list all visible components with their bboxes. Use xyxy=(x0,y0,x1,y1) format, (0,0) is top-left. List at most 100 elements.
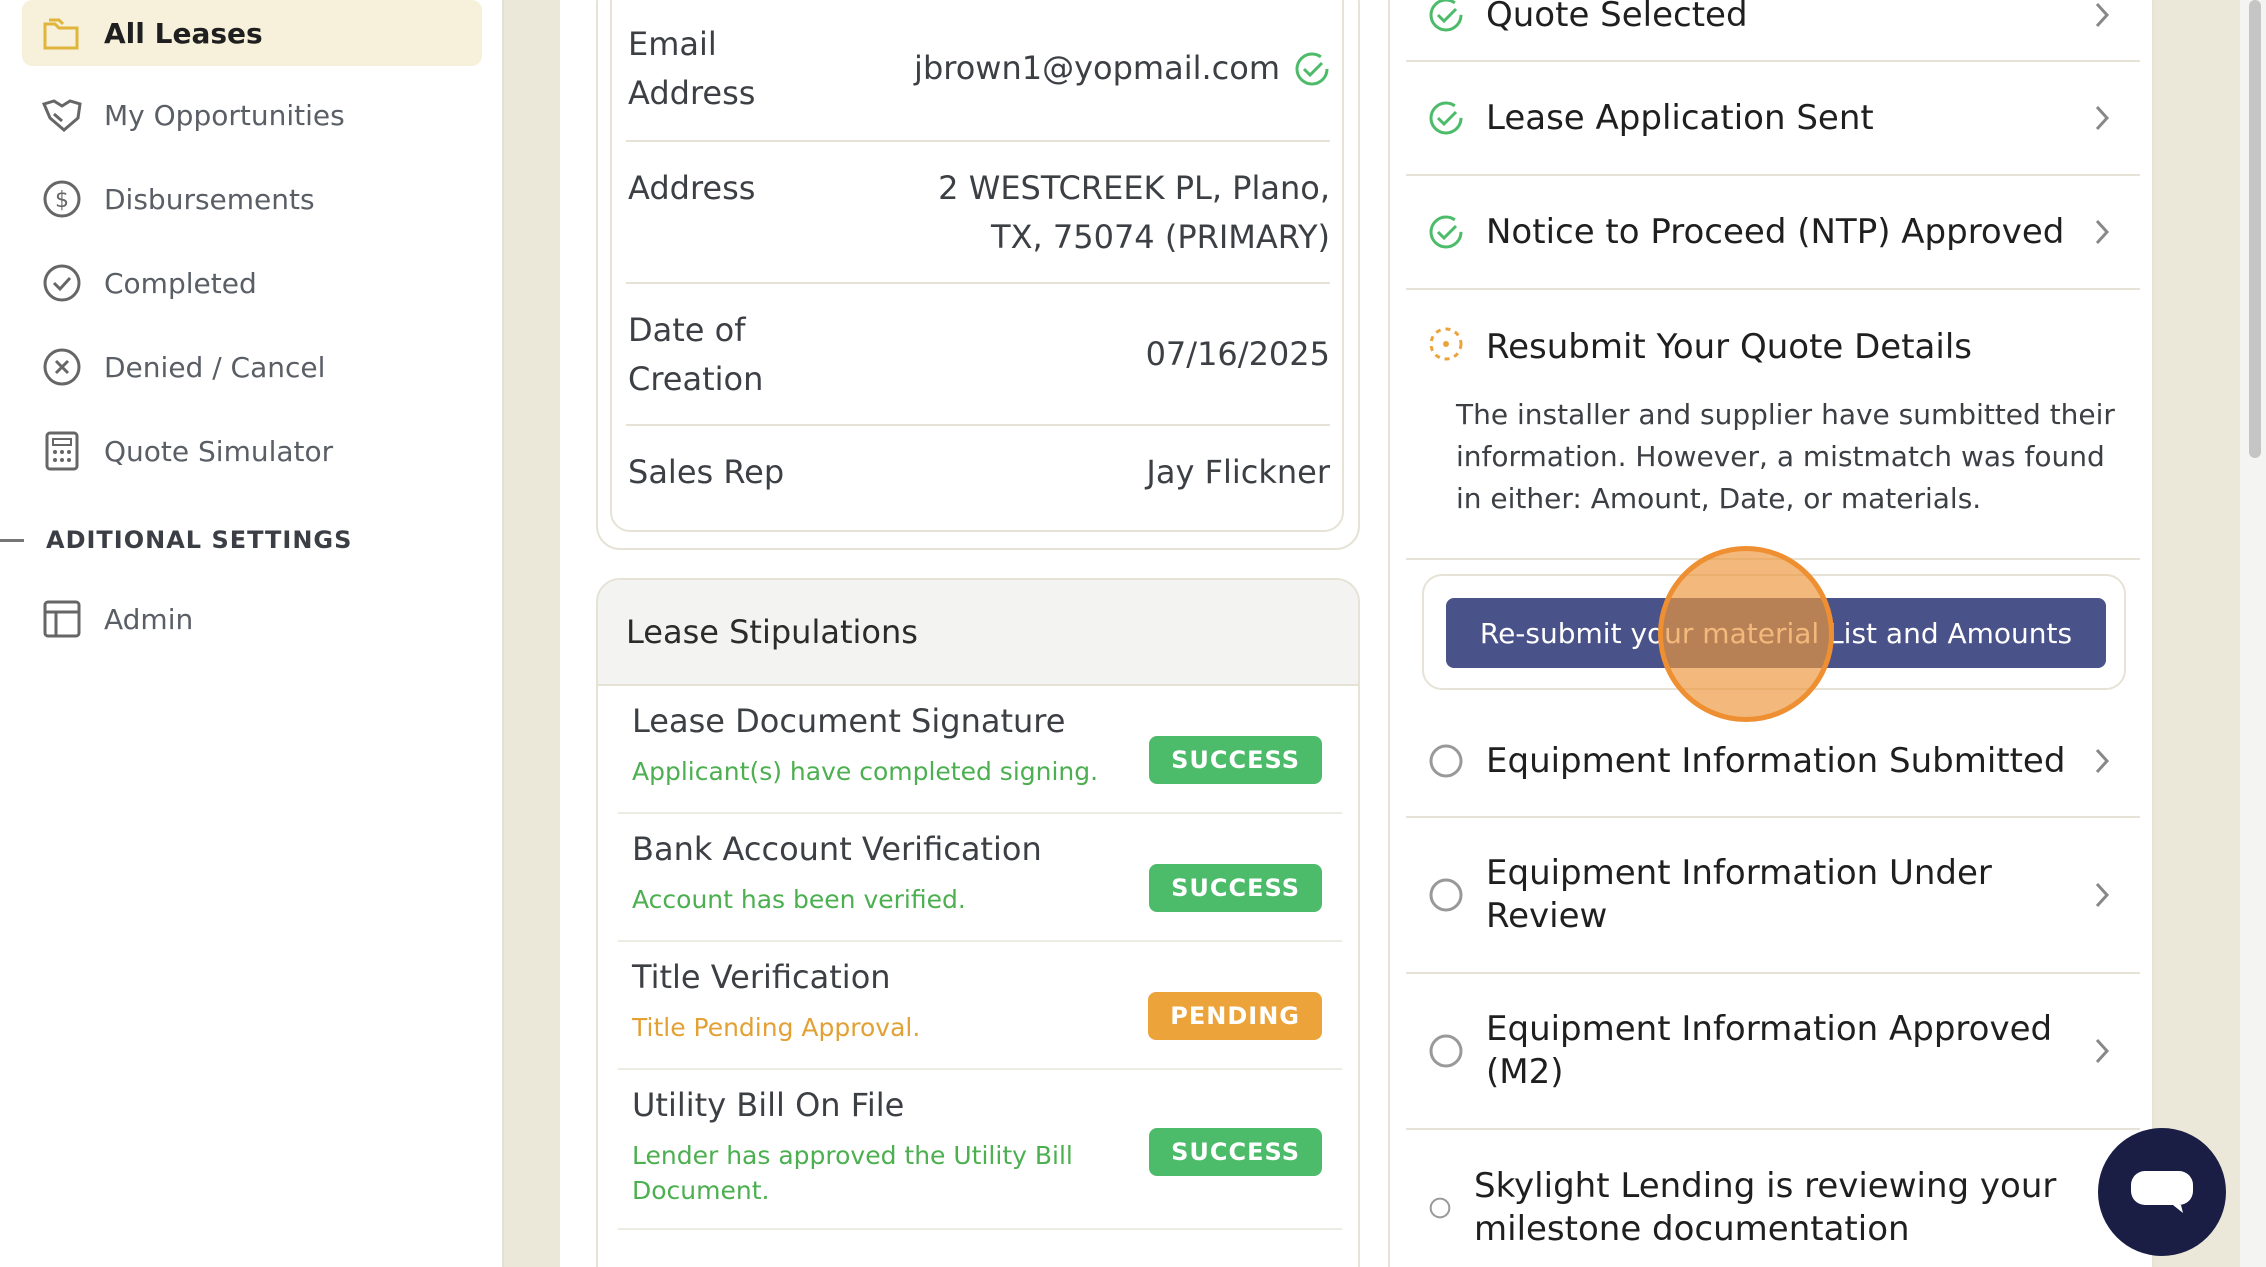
sidebar-item-quote-simulator[interactable]: Quote Simulator xyxy=(22,418,482,484)
sidebar-item-label: Quote Simulator xyxy=(104,434,334,468)
stipulation-row: Lease Document Signature Applicant(s) ha… xyxy=(618,686,1342,814)
lease-stipulations-card: Lease Stipulations Lease Document Signat… xyxy=(596,578,1360,1267)
sidebar: All Leases My Opportunities $ Disburseme… xyxy=(0,0,504,1267)
address-line2: TX, 75074 (PRIMARY) xyxy=(991,218,1330,256)
email-value: jbrown1@yopmail.com xyxy=(914,44,1330,93)
stipulation-row: Utility Bill On File Lender has approved… xyxy=(618,1070,1342,1230)
calculator-icon xyxy=(40,429,84,473)
chevron-right-icon xyxy=(2095,219,2110,245)
sidebar-item-admin[interactable]: Admin xyxy=(22,586,482,652)
email-label: Email Address xyxy=(628,20,755,118)
chevron-right-icon xyxy=(2095,105,2110,131)
sidebar-item-denied-cancel[interactable]: Denied / Cancel xyxy=(22,334,482,400)
empty-circle-icon xyxy=(1429,1197,1451,1219)
in-progress-icon xyxy=(1429,327,1463,361)
step-label: Lease Application Sent xyxy=(1486,97,1874,138)
creation-date-row: Date of Creation 07/16/2025 xyxy=(628,306,1330,404)
sidebar-item-label: Completed xyxy=(104,266,257,300)
resubmit-description: The installer and supplier have sumbitte… xyxy=(1456,398,2115,515)
stipulation-subtitle: Title Pending Approval. xyxy=(632,1013,921,1042)
check-circle-icon xyxy=(1429,0,1463,32)
scrollbar-thumb[interactable] xyxy=(2249,0,2261,458)
chevron-right-icon xyxy=(2095,748,2110,774)
handshake-icon xyxy=(40,93,84,137)
stipulation-title: Title Verification xyxy=(632,958,891,996)
chat-launcher-button[interactable] xyxy=(2098,1128,2226,1256)
creation-date-label-line2: Creation xyxy=(628,360,764,398)
creation-date-value: 07/16/2025 xyxy=(1145,335,1330,373)
sidebar-item-all-leases[interactable]: All Leases xyxy=(22,0,482,66)
chevron-right-icon xyxy=(2095,1038,2110,1064)
sidebar-item-label: Denied / Cancel xyxy=(104,350,326,384)
x-circle-icon xyxy=(40,345,84,389)
status-badge: SUCCESS xyxy=(1149,736,1322,784)
row-divider xyxy=(626,282,1330,284)
step-label: Notice to Proceed (NTP) Approved xyxy=(1486,211,2065,252)
sidebar-item-label: All Leases xyxy=(104,16,263,50)
stipulations-title: Lease Stipulations xyxy=(598,580,1358,686)
sidebar-item-my-opportunities[interactable]: My Opportunities xyxy=(22,82,482,148)
lease-details-panel: Email Address jbrown1@yopmail.com Addres… xyxy=(560,0,1388,1267)
email-row: Email Address jbrown1@yopmail.com xyxy=(628,20,1330,118)
empty-circle-icon xyxy=(1429,1034,1463,1068)
empty-circle-icon xyxy=(1429,744,1463,778)
empty-circle-icon xyxy=(1429,878,1463,912)
row-divider xyxy=(626,424,1330,426)
stipulation-subtitle: Lender has approved the Utility Bill Doc… xyxy=(632,1141,1073,1205)
email-label-line2: Address xyxy=(628,74,756,112)
check-circle-icon xyxy=(1429,101,1463,135)
sales-rep-row: Sales Rep Jay Flickner xyxy=(628,448,1330,497)
sidebar-item-label: Admin xyxy=(104,602,194,636)
step-ntp-approved[interactable]: Notice to Proceed (NTP) Approved xyxy=(1406,176,2140,290)
step-label: Equipment Information Submitted xyxy=(1486,740,2066,781)
stipulation-row: Title Verification Title Pending Approva… xyxy=(618,942,1342,1070)
step-label: Quote Selected xyxy=(1486,0,1748,35)
sales-rep-label: Sales Rep xyxy=(628,453,785,491)
email-label-line1: Email xyxy=(628,25,717,63)
step-skylight-review[interactable]: Skylight Lending is reviewing your miles… xyxy=(1406,1130,2140,1267)
check-circle-icon xyxy=(1429,215,1463,249)
chat-bubble-icon xyxy=(2131,1171,2193,1213)
status-badge: PENDING xyxy=(1148,992,1322,1040)
section-divider xyxy=(0,538,24,542)
step-quote-selected[interactable]: Quote Selected xyxy=(1406,0,2140,62)
step-equipment-submitted[interactable]: Equipment Information Submitted xyxy=(1406,706,2140,818)
click-indicator xyxy=(1658,546,1834,722)
svg-text:$: $ xyxy=(55,188,69,213)
sidebar-item-disbursements[interactable]: $ Disbursements xyxy=(22,166,482,232)
sales-rep-value: Jay Flickner xyxy=(1146,453,1330,491)
step-label: Equipment Information Approved (M2) xyxy=(1486,1009,2053,1092)
email-value-text: jbrown1@yopmail.com xyxy=(914,49,1280,87)
stipulation-row: Bank Account Verification Account has be… xyxy=(618,814,1342,942)
chevron-right-icon xyxy=(2095,882,2110,908)
step-label: Skylight Lending is reviewing your miles… xyxy=(1474,1166,2057,1249)
stipulation-title: Bank Account Verification xyxy=(632,830,1042,868)
creation-date-label: Date of Creation xyxy=(628,306,763,404)
address-line1: 2 WESTCREEK PL, Plano, xyxy=(938,169,1330,207)
step-lease-application-sent[interactable]: Lease Application Sent xyxy=(1406,62,2140,176)
sidebar-item-completed[interactable]: Completed xyxy=(22,250,482,316)
stipulation-title: Lease Document Signature xyxy=(632,702,1066,740)
status-badge: SUCCESS xyxy=(1149,1128,1322,1176)
folder-icon xyxy=(40,11,84,55)
verified-check-icon xyxy=(1294,51,1330,87)
check-circle-icon xyxy=(40,261,84,305)
layout-icon xyxy=(40,597,84,641)
stipulation-title: Utility Bill On File xyxy=(632,1086,905,1124)
step-equipment-approved[interactable]: Equipment Information Approved (M2) xyxy=(1406,974,2140,1130)
sidebar-item-label: My Opportunities xyxy=(104,98,345,132)
chevron-right-icon xyxy=(2095,2,2110,28)
status-badge: SUCCESS xyxy=(1149,864,1322,912)
additional-settings-header: ADITIONAL SETTINGS xyxy=(0,522,352,558)
address-value: 2 WESTCREEK PL, Plano, TX, 75074 (PRIMAR… xyxy=(938,164,1330,262)
step-label: Resubmit Your Quote Details xyxy=(1486,327,1972,367)
sidebar-item-label: Disbursements xyxy=(104,182,315,216)
dollar-circle-icon: $ xyxy=(40,177,84,221)
creation-date-label-line1: Date of xyxy=(628,311,746,349)
step-equipment-under-review[interactable]: Equipment Information Under Review xyxy=(1406,818,2140,974)
row-divider xyxy=(626,140,1330,142)
step-label: Equipment Information Under Review xyxy=(1486,853,1992,936)
address-row: Address 2 WESTCREEK PL, Plano, TX, 75074… xyxy=(628,164,1330,262)
section-title: ADITIONAL SETTINGS xyxy=(46,526,353,554)
stipulation-subtitle: Account has been verified. xyxy=(632,885,966,914)
